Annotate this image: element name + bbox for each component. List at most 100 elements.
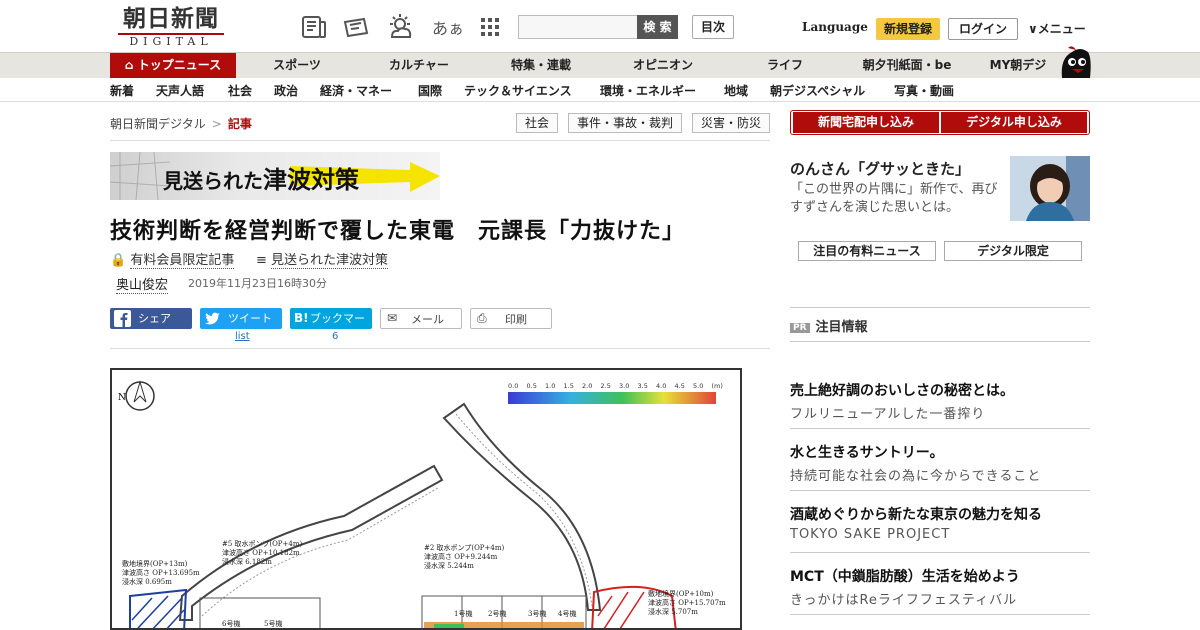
promo-photo[interactable] bbox=[1010, 156, 1090, 221]
paid-article-label[interactable]: 🔒 有料会員限定記事 bbox=[110, 249, 235, 269]
color-scale-bar bbox=[508, 392, 716, 404]
language-link[interactable]: Language bbox=[802, 20, 868, 34]
search-button[interactable]: 検 索 bbox=[637, 15, 678, 39]
font-size-icon[interactable]: あぁ bbox=[432, 15, 464, 39]
index-button[interactable]: 目次 bbox=[692, 15, 734, 39]
unit-label: 2号機 bbox=[488, 609, 506, 618]
pr-item-title[interactable]: 水と生きるサントリー。 bbox=[790, 442, 944, 462]
lock-icon: 🔒 bbox=[110, 253, 127, 268]
nav-item-culture[interactable]: カルチャー bbox=[376, 53, 462, 78]
home-icon: ⌂ bbox=[124, 58, 138, 72]
subnav-item-special[interactable]: 朝デジスペシャル bbox=[770, 82, 865, 99]
scale-tick-label: 1.0 bbox=[545, 382, 555, 390]
subnav-item-environment[interactable]: 環境・エネルギー bbox=[600, 82, 696, 99]
figure-annotation: 津波高さ OP+10.182m bbox=[222, 548, 300, 557]
twitter-icon bbox=[205, 312, 220, 325]
divider bbox=[790, 614, 1090, 615]
asahi-logo[interactable]: 朝日新聞 DIGITAL bbox=[112, 6, 230, 48]
divider bbox=[790, 428, 1090, 429]
nav-item-features[interactable]: 特集・連載 bbox=[496, 53, 586, 78]
logo-text: 朝日新聞 bbox=[123, 5, 219, 32]
hatena-bookmark-button[interactable]: B! ブックマーク bbox=[290, 308, 372, 346]
nav-item-opinion[interactable]: オピニオン bbox=[620, 53, 706, 78]
series-link[interactable]: ≡ 見送られた津波対策 bbox=[256, 249, 389, 269]
search-input[interactable] bbox=[518, 15, 638, 39]
hatena-count[interactable]: 6 bbox=[332, 331, 338, 342]
subnav-item-tensei[interactable]: 天声人語 bbox=[156, 82, 204, 99]
scale-tick-label: 3.0 bbox=[619, 382, 629, 390]
subscribe-digital-button[interactable]: デジタル申し込み bbox=[941, 112, 1087, 133]
nav-item-top-news[interactable]: ⌂ トップニュース bbox=[110, 53, 236, 78]
register-button[interactable]: 新規登録 bbox=[876, 18, 940, 40]
subnav-item-world[interactable]: 国際 bbox=[418, 82, 442, 99]
pr-item-subtitle[interactable]: きっかけはReライフフェスティバル bbox=[790, 589, 1017, 608]
subnav-item-politics[interactable]: 政治 bbox=[274, 82, 298, 99]
pr-item-title[interactable]: MCT（中鎖脂肪酸）生活を始めよう bbox=[790, 566, 1020, 586]
subscribe-paper-button[interactable]: 新聞宅配申し込み bbox=[793, 112, 939, 133]
login-button[interactable]: ログイン bbox=[948, 18, 1018, 40]
breadcrumb-home[interactable]: 朝日新聞デジタル bbox=[110, 117, 206, 131]
figure-annotation: 浸水深 6.182m bbox=[222, 557, 272, 566]
mascot-icon[interactable] bbox=[1058, 44, 1092, 80]
subnav-item-new[interactable]: 新着 bbox=[110, 82, 134, 99]
subnav-item-society[interactable]: 社会 bbox=[228, 82, 252, 99]
nav-item-life[interactable]: ライフ bbox=[742, 53, 828, 78]
scale-tick-label: 4.5 bbox=[675, 382, 685, 390]
print-button[interactable]: ⎙ 印刷 bbox=[470, 308, 552, 329]
site-header: 朝日新聞 DIGITAL あぁ 検 索 目次 Language 新規登録 ログイ… bbox=[0, 0, 1200, 52]
mail-share-button[interactable]: ✉ メール bbox=[380, 308, 462, 329]
author-link[interactable]: 奥山俊宏 bbox=[116, 274, 169, 294]
nav-item-my[interactable]: MY朝デジ bbox=[980, 53, 1056, 78]
nav-item-paper[interactable]: 朝夕刊紙面・be bbox=[852, 53, 962, 78]
scale-tick-label: 2.5 bbox=[601, 382, 611, 390]
breadcrumb-current: 記事 bbox=[227, 117, 252, 131]
weather-icon[interactable] bbox=[386, 13, 414, 41]
subnav-item-tech[interactable]: テック＆サイエンス bbox=[464, 82, 572, 99]
promo-description[interactable]: 「この世界の片隅に」新作で、再びすずさんを演じた思いとは。 bbox=[790, 181, 1004, 217]
tag-society[interactable]: 社会 bbox=[516, 113, 558, 133]
pr-item-title[interactable]: 売上絶好調のおいしさの秘密とは。 bbox=[790, 380, 1014, 400]
twitter-count[interactable]: list bbox=[235, 331, 250, 342]
figure-annotation: #2 取水ポンプ(OP+4m) bbox=[424, 543, 504, 552]
nav-item-sports[interactable]: スポーツ bbox=[254, 53, 340, 78]
promo-title[interactable]: のんさん「グサッときた」 bbox=[790, 158, 970, 179]
unit-label: 3号機 bbox=[528, 609, 546, 618]
menu-button[interactable]: ∨メニュー bbox=[1028, 20, 1086, 37]
figure-annotation: 浸水深 5.707m bbox=[648, 607, 698, 616]
logo-subtext: DIGITAL bbox=[118, 33, 224, 49]
scale-tick-label: 5.0 bbox=[693, 382, 703, 390]
facebook-share-button[interactable]: シェア bbox=[110, 308, 192, 329]
twitter-share-button[interactable]: ツイート bbox=[200, 308, 282, 329]
divider bbox=[790, 341, 1090, 342]
pr-item-subtitle[interactable]: フルリニューアルした一番搾り bbox=[790, 403, 985, 422]
divider bbox=[790, 552, 1090, 553]
pr-item-subtitle[interactable]: TOKYO SAKE PROJECT bbox=[790, 527, 950, 542]
scale-tick-label: 0.5 bbox=[527, 382, 537, 390]
plant-map-diagram: N 0.0 0.5 1.0 1.5 2.0 2.5 3.0 3.5 4.0 4.5 5.0 (m) bbox=[118, 380, 726, 628]
subnav-item-photo[interactable]: 写真・動画 bbox=[894, 82, 954, 99]
newspaper-icon[interactable] bbox=[300, 13, 328, 41]
subnav-item-economy[interactable]: 経済・マネー bbox=[320, 82, 392, 99]
grid-menu-icon[interactable] bbox=[476, 13, 504, 41]
figure-annotation: 敷地境界(OP+13m) bbox=[122, 559, 188, 568]
tag-incidents[interactable]: 事件・事故・裁判 bbox=[568, 113, 682, 133]
pr-item-subtitle[interactable]: 持続可能な社会の為に今からできること bbox=[790, 465, 1041, 484]
pr-item-title[interactable]: 酒蔵めぐりから新たな東京の魅力を知る bbox=[790, 504, 1042, 524]
unit-label: 6号機 bbox=[222, 619, 240, 628]
figure-annotation: 浸水深 0.695m bbox=[122, 577, 172, 586]
breadcrumb: 朝日新聞デジタル > 記事 bbox=[110, 115, 252, 132]
scale-tick-label: 1.5 bbox=[564, 382, 574, 390]
tab-paid-news[interactable]: 注目の有料ニュース bbox=[798, 241, 936, 261]
primary-nav: ⌂ トップニュース スポーツ カルチャー 特集・連載 オピニオン ライフ 朝夕刊… bbox=[0, 52, 1200, 78]
publish-date: 2019年11月23日16時30分 bbox=[188, 277, 327, 290]
pr-badge: PR bbox=[790, 323, 810, 333]
mail-icon: ✉ bbox=[387, 311, 398, 325]
subnav-item-region[interactable]: 地域 bbox=[724, 82, 748, 99]
promo-photo-image bbox=[1010, 156, 1090, 221]
tab-digital-only[interactable]: デジタル限定 bbox=[944, 241, 1082, 261]
series-banner[interactable]: 見送られた津波対策 bbox=[110, 152, 440, 200]
figure-annotation: 敷地境界(OP+10m) bbox=[648, 589, 714, 598]
ticket-icon[interactable] bbox=[342, 13, 370, 41]
secondary-nav: 新着 天声人語 社会 政治 経済・マネー 国際 テック＆サイエンス 環境・エネル… bbox=[0, 78, 1200, 102]
tag-disaster[interactable]: 災害・防災 bbox=[692, 113, 770, 133]
